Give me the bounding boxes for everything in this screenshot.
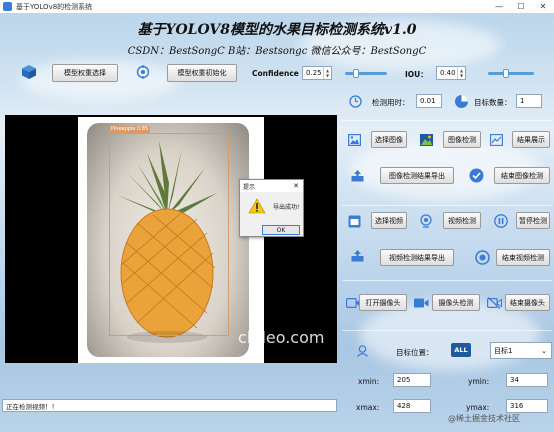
chevron-down-icon: ⌄ xyxy=(541,346,547,355)
time-label: 检测用时： xyxy=(372,98,410,107)
xmin-value: 205 xyxy=(397,376,411,384)
show-result-button[interactable]: 结果展示 xyxy=(512,131,550,148)
confidence-spinbox[interactable]: 0.25 ▲ ▼ xyxy=(302,66,332,80)
photo-detect-icon xyxy=(419,133,433,147)
dialog-titlebar: 提示 ✕ xyxy=(240,180,303,192)
dialog-ok-button[interactable]: OK xyxy=(262,225,300,235)
select-image-button[interactable]: 选择图像 xyxy=(371,131,407,148)
ymax-value: 316 xyxy=(510,402,524,410)
divider xyxy=(342,330,552,331)
upload-icon xyxy=(350,249,364,263)
minimize-button[interactable]: — xyxy=(488,0,510,14)
target-position-label: 目标位置： xyxy=(396,348,434,357)
pie-chart-icon xyxy=(453,93,469,109)
window-titlebar: 基于YOLOv8的检测系统 — ☐ ✕ xyxy=(0,0,554,14)
select-weights-button[interactable]: 模型权重选择 xyxy=(52,64,118,82)
stop-circle-icon xyxy=(474,249,490,265)
time-field: 0.01 xyxy=(416,94,442,108)
stop-video-detection-button[interactable]: 结束视频检测 xyxy=(496,249,550,266)
detect-camera-button[interactable]: 摄像头检测 xyxy=(432,294,480,311)
close-button[interactable]: ✕ xyxy=(532,0,554,14)
line-chart-icon xyxy=(489,133,503,147)
upload-icon xyxy=(350,169,364,183)
iou-value: 0.40 xyxy=(440,69,456,77)
xmax-value: 428 xyxy=(397,402,411,410)
window-title: 基于YOLOv8的检测系统 xyxy=(16,2,93,11)
status-bar: 正在检测视频！！ xyxy=(2,399,337,412)
select-video-button[interactable]: 选择视频 xyxy=(371,212,407,229)
image-icon xyxy=(347,133,361,147)
slider-handle[interactable] xyxy=(352,69,359,78)
confidence-value: 0.25 xyxy=(306,69,322,77)
count-value: 1 xyxy=(520,97,525,105)
detection-label: Pineapple 0.85 xyxy=(109,126,151,133)
video-file-icon xyxy=(347,214,361,228)
detection-box xyxy=(109,133,229,336)
divider xyxy=(342,205,552,206)
page-subtitle: CSDN：BestSongC B站：Bestsongc 微信公众号：BestSo… xyxy=(127,46,427,57)
slider-handle[interactable] xyxy=(503,69,510,78)
site-watermark: @稀土掘金技术社区 xyxy=(448,414,520,423)
open-camera-button[interactable]: 打开摄像头 xyxy=(359,294,407,311)
export-video-result-button[interactable]: 视频检测结果导出 xyxy=(380,249,454,266)
target-icon xyxy=(135,64,151,80)
spin-arrows-icon[interactable]: ▲ ▼ xyxy=(457,67,465,79)
ymax-field: 316 xyxy=(506,399,548,413)
pause-icon xyxy=(493,213,508,228)
export-image-result-button[interactable]: 图像检测结果导出 xyxy=(380,167,454,184)
iou-slider[interactable] xyxy=(488,69,534,78)
divider xyxy=(342,120,552,121)
close-camera-button[interactable]: 结束摄像头 xyxy=(505,294,550,311)
confidence-label: Confidence xyxy=(252,69,299,78)
xmin-field: 205 xyxy=(393,373,431,387)
app-icon xyxy=(3,2,12,11)
status-text: 正在检测视频！！ xyxy=(6,402,58,411)
cube-icon xyxy=(20,63,38,81)
info-dialog: 提示 ✕ 导出成功! OK xyxy=(239,179,304,237)
ymax-label: ymax: xyxy=(466,403,490,412)
detect-video-button[interactable]: 视频检测 xyxy=(443,212,481,229)
video-camera-icon xyxy=(413,296,429,310)
target-select-value: 目标1 xyxy=(494,346,513,355)
maximize-button[interactable]: ☐ xyxy=(510,0,532,14)
time-value: 0.01 xyxy=(420,97,436,105)
dialog-title: 提示 xyxy=(243,183,256,191)
iou-spinbox[interactable]: 0.40 ▲ ▼ xyxy=(436,66,466,80)
location-icon xyxy=(355,343,369,357)
iou-label: IOU： xyxy=(405,70,428,79)
detect-image-button[interactable]: 图像检测 xyxy=(443,131,481,148)
dialog-message: 导出成功! xyxy=(273,204,300,211)
ymin-field: 34 xyxy=(506,373,548,387)
stop-image-detection-button[interactable]: 结束图像检测 xyxy=(494,167,550,184)
page-title: 基于YOLOV8模型的水果目标检测系统v1.0 xyxy=(137,22,417,38)
target-select[interactable]: 目标1 ⌄ xyxy=(490,342,552,359)
check-circle-icon xyxy=(468,167,484,183)
confidence-slider[interactable] xyxy=(345,69,387,78)
dialog-close-icon[interactable]: ✕ xyxy=(293,182,299,190)
warning-icon xyxy=(248,198,266,216)
all-badge: ALL xyxy=(451,343,471,357)
xmax-label: xmax: xyxy=(356,403,380,412)
webcam-icon xyxy=(418,213,433,228)
count-field: 1 xyxy=(516,94,542,108)
spin-arrows-icon[interactable]: ▲ ▼ xyxy=(323,67,331,79)
xmax-field: 428 xyxy=(393,399,431,413)
count-label: 目标数量： xyxy=(474,98,512,107)
xmin-label: xmin: xyxy=(358,377,380,386)
divider xyxy=(342,280,552,281)
clock-icon xyxy=(348,94,362,108)
camera-off-icon xyxy=(486,296,502,310)
video-watermark: clideo.com xyxy=(238,328,325,347)
ymin-label: ymin: xyxy=(468,377,490,386)
pause-detection-button[interactable]: 暂停检测 xyxy=(516,212,550,229)
ymin-value: 34 xyxy=(510,376,519,384)
init-weights-button[interactable]: 模型权重初始化 xyxy=(167,64,237,82)
